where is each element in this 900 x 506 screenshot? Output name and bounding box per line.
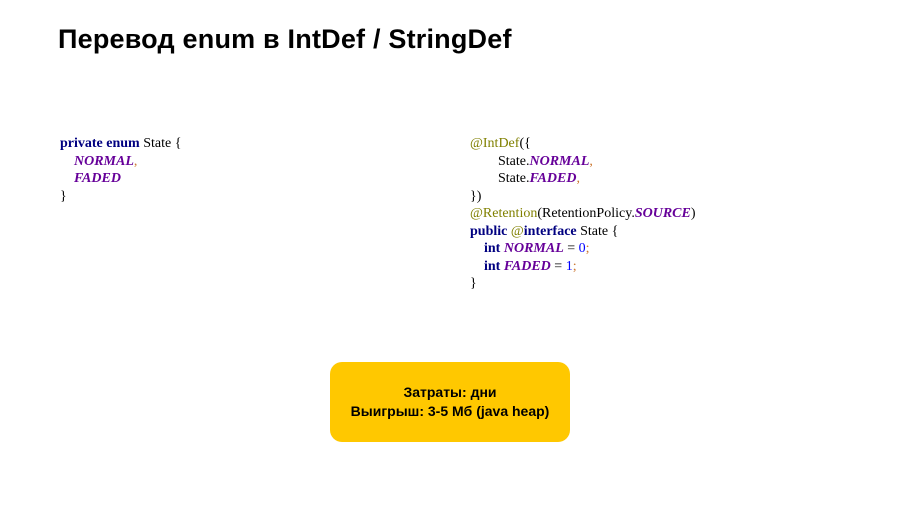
code-token: State bbox=[140, 136, 175, 151]
code-token: { bbox=[175, 136, 182, 151]
code-token: int bbox=[484, 259, 500, 274]
code-token bbox=[470, 241, 484, 256]
code-token: , bbox=[134, 154, 138, 169]
callout-line-gain: Выигрыш: 3-5 Мб (java heap) bbox=[351, 402, 550, 421]
code-token: @Retention bbox=[470, 206, 537, 221]
code-token: State bbox=[580, 224, 612, 239]
code-token: } bbox=[470, 276, 477, 291]
code-token: FADED bbox=[74, 171, 121, 186]
code-token: } bbox=[60, 189, 67, 204]
code-block-intdef: @IntDef({ State.NORMAL, State.FADED, }) … bbox=[470, 135, 696, 293]
code-token: , bbox=[576, 171, 580, 186]
code-token: ) bbox=[691, 206, 696, 221]
code-token: @ bbox=[511, 224, 524, 239]
code-token: private enum bbox=[60, 136, 140, 151]
code-token: SOURCE bbox=[635, 206, 691, 221]
code-token: = bbox=[551, 259, 566, 274]
slide-title: Перевод enum в IntDef / StringDef bbox=[58, 24, 512, 55]
callout-line-cost: Затраты: дни bbox=[403, 383, 496, 402]
code-token: @IntDef bbox=[470, 136, 519, 151]
code-token: FADED bbox=[530, 171, 577, 186]
code-token: = bbox=[564, 241, 579, 256]
code-token bbox=[470, 154, 498, 169]
code-token: NORMAL bbox=[530, 154, 590, 169]
code-token: { bbox=[612, 224, 619, 239]
code-token: interface bbox=[524, 224, 577, 239]
code-token: int bbox=[484, 241, 500, 256]
code-token: ({ bbox=[519, 136, 530, 151]
code-token bbox=[60, 171, 74, 186]
code-token bbox=[470, 171, 498, 186]
code-token: RetentionPolicy bbox=[542, 206, 631, 221]
code-token: 1 bbox=[566, 259, 573, 274]
code-token: ; bbox=[573, 259, 577, 274]
slide: Перевод enum в IntDef / StringDef privat… bbox=[0, 0, 900, 506]
code-token: public bbox=[470, 224, 507, 239]
code-block-enum: private enum State { NORMAL, FADED } bbox=[60, 135, 181, 205]
code-token: State bbox=[498, 171, 526, 186]
code-token: , bbox=[589, 154, 593, 169]
code-token: 0 bbox=[579, 241, 586, 256]
code-token: NORMAL bbox=[74, 154, 134, 169]
code-token bbox=[470, 259, 484, 274]
code-token bbox=[60, 154, 74, 169]
code-token: State bbox=[498, 154, 526, 169]
code-token: FADED bbox=[504, 259, 551, 274]
code-token: NORMAL bbox=[504, 241, 564, 256]
code-token: ; bbox=[586, 241, 590, 256]
code-token: }) bbox=[470, 189, 481, 204]
summary-callout: Затраты: дни Выигрыш: 3-5 Мб (java heap) bbox=[330, 362, 570, 442]
